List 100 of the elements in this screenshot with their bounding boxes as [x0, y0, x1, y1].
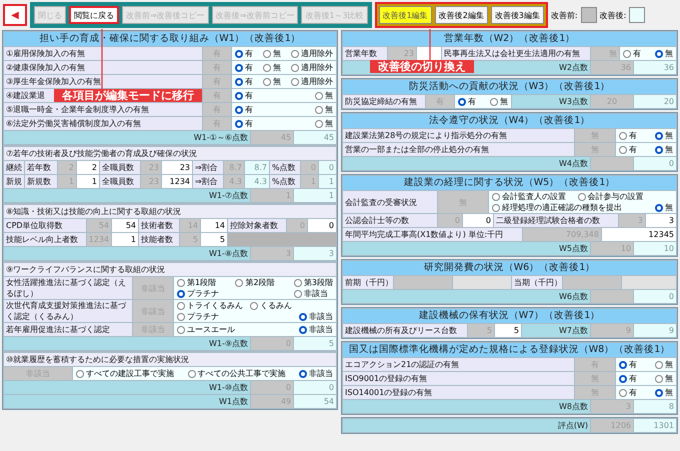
radio-option[interactable]: 無	[655, 48, 673, 59]
value-field[interactable]: 12345	[602, 228, 676, 241]
value-field[interactable]: 1234	[162, 175, 192, 188]
radio-option[interactable]: 有	[623, 48, 641, 59]
score-label: W7点数	[522, 324, 590, 337]
row-label: %点数	[270, 175, 300, 188]
radio-option[interactable]: 有	[235, 90, 253, 101]
after-value: 5	[294, 337, 336, 350]
radio-option[interactable]: 第1段階	[177, 277, 216, 288]
radio-option[interactable]: 第2段階	[235, 277, 275, 288]
edit-tab[interactable]: 改善後2編集	[434, 6, 488, 24]
score-label: W1-①～⑥点数	[4, 131, 250, 144]
before-value	[591, 290, 633, 303]
score-label: W1-⑧点数	[4, 247, 250, 260]
value-field[interactable]: 54	[112, 219, 138, 232]
radio-option[interactable]: プラチナ	[177, 311, 292, 322]
radio-option[interactable]: 無	[655, 144, 673, 155]
after-value: 1	[294, 189, 336, 202]
radio-option[interactable]: 適用除外	[291, 48, 333, 59]
radio-option[interactable]: 無	[315, 104, 333, 115]
radio-option[interactable]: プラチナ	[177, 288, 275, 299]
radio-option[interactable]: 有	[235, 48, 253, 59]
value-field[interactable]: 5	[201, 233, 227, 246]
radio-circle-icon	[235, 106, 243, 114]
radio-option[interactable]: 有	[235, 62, 253, 73]
row-label: 女性活躍推進法に基づく認定（えるぼし）	[4, 277, 132, 299]
value-field[interactable]: 0	[463, 214, 493, 227]
radio-option[interactable]: 無	[315, 90, 333, 101]
radio-option[interactable]: 無	[655, 130, 673, 141]
row-label: エコアクション21の認証の有無	[343, 358, 574, 371]
radio-option[interactable]: 第3段階	[294, 277, 333, 288]
value-field[interactable]: 0	[308, 219, 336, 232]
value-field[interactable]: 1	[112, 233, 138, 246]
radio-option[interactable]: ユースエール	[177, 324, 235, 335]
radio-circle-icon	[458, 98, 466, 106]
radio-option[interactable]: 無	[655, 387, 673, 398]
score-label: W4点数	[343, 157, 590, 170]
radio-option[interactable]: 無	[263, 76, 281, 87]
radio-option[interactable]: 会計参与の設置	[578, 191, 644, 202]
after-value: 0	[634, 290, 676, 303]
radio-option[interactable]: 有	[458, 96, 476, 107]
radio-option[interactable]: 非該当	[299, 368, 333, 379]
value-field[interactable]	[417, 47, 441, 60]
edit-tab[interactable]: 改善後1編集	[378, 6, 432, 24]
radio-option[interactable]: 無	[655, 202, 673, 213]
radio-option[interactable]: 無	[315, 118, 333, 129]
radio-option[interactable]: 有	[619, 359, 637, 370]
radio-option[interactable]: 経理処理の適正確認の種類を提出	[492, 202, 644, 213]
row-label: ⇒割合	[193, 175, 223, 188]
row-label: 公認会計士等の数	[343, 214, 437, 227]
radio-option[interactable]: 無	[263, 62, 281, 73]
radio-circle-icon	[299, 326, 307, 334]
radio-circle-icon	[177, 326, 185, 334]
radio-option[interactable]: すべての建設工事で実施	[76, 368, 174, 379]
radio-option[interactable]: 有	[619, 373, 637, 384]
value-field[interactable]: 5	[495, 324, 521, 337]
value-field[interactable]: 14	[201, 219, 227, 232]
radio-circle-icon	[291, 64, 299, 72]
radio-option[interactable]: 非該当	[299, 311, 333, 322]
panel-title: 営業年数（W2）（改善後1）	[343, 32, 676, 46]
radio-option[interactable]: 有	[619, 144, 637, 155]
radio-option[interactable]: 非該当	[294, 288, 333, 299]
radio-option[interactable]: 有	[619, 130, 637, 141]
radio-option[interactable]: くるみん	[250, 300, 292, 311]
radio-circle-icon	[655, 132, 663, 140]
panel-title: 防災活動への貢献の状況（W3）（改善後1）	[343, 80, 676, 94]
row-label: ①雇用保険加入の有無	[4, 47, 202, 60]
radio-option[interactable]: 有	[235, 76, 253, 87]
row-label: 建設業法第28号の規定により指示処分の有無	[343, 129, 574, 142]
panel-title: 国又は国際標準化機構が定めた規格による登録状況（W8）（改善後1）	[343, 343, 676, 357]
radio-option[interactable]: トライくるみん	[177, 300, 243, 311]
radio-option[interactable]: 無	[490, 96, 508, 107]
radio-option[interactable]: 有	[619, 387, 637, 398]
radio-option[interactable]: 無	[655, 373, 673, 384]
radio-option[interactable]: 適用除外	[291, 62, 333, 73]
row-label: 若年数	[25, 161, 57, 174]
row-label: ②健康保険加入の有無	[4, 61, 202, 74]
edit-tab[interactable]: 改善後3編集	[490, 6, 544, 24]
score-label: W6点数	[343, 290, 590, 303]
after-value: 0	[634, 157, 676, 170]
radio-option[interactable]: 非該当	[299, 324, 333, 335]
value-field[interactable]: 3	[646, 214, 676, 227]
value-field[interactable]: 23	[162, 161, 192, 174]
radio-circle-icon	[490, 98, 498, 106]
panel-title: 研究開発費の状況（W6）（改善後1）	[343, 261, 676, 275]
row-label: 前期（千円）	[343, 276, 393, 289]
toolbar-button[interactable]: 閲覧に戻る	[69, 6, 119, 24]
radio-option[interactable]: 適用除外	[291, 76, 333, 87]
radio-option[interactable]: 無	[263, 48, 281, 59]
radio-option[interactable]: すべての公共工事で実施	[188, 368, 286, 379]
back-button[interactable]: ◀	[3, 4, 27, 26]
radio-option[interactable]: 有	[235, 104, 253, 115]
radio-option[interactable]: 会計監査人の設置	[492, 191, 566, 202]
radio-option[interactable]: 有	[235, 118, 253, 129]
radio-option[interactable]: 無	[655, 359, 673, 370]
legend-label: 改善後:	[600, 10, 626, 20]
value-field[interactable]: 2	[77, 161, 99, 174]
score-label: W1-⑩点数	[4, 381, 250, 394]
row-label: 技術者数	[139, 219, 179, 232]
value-field[interactable]: 1	[77, 175, 99, 188]
